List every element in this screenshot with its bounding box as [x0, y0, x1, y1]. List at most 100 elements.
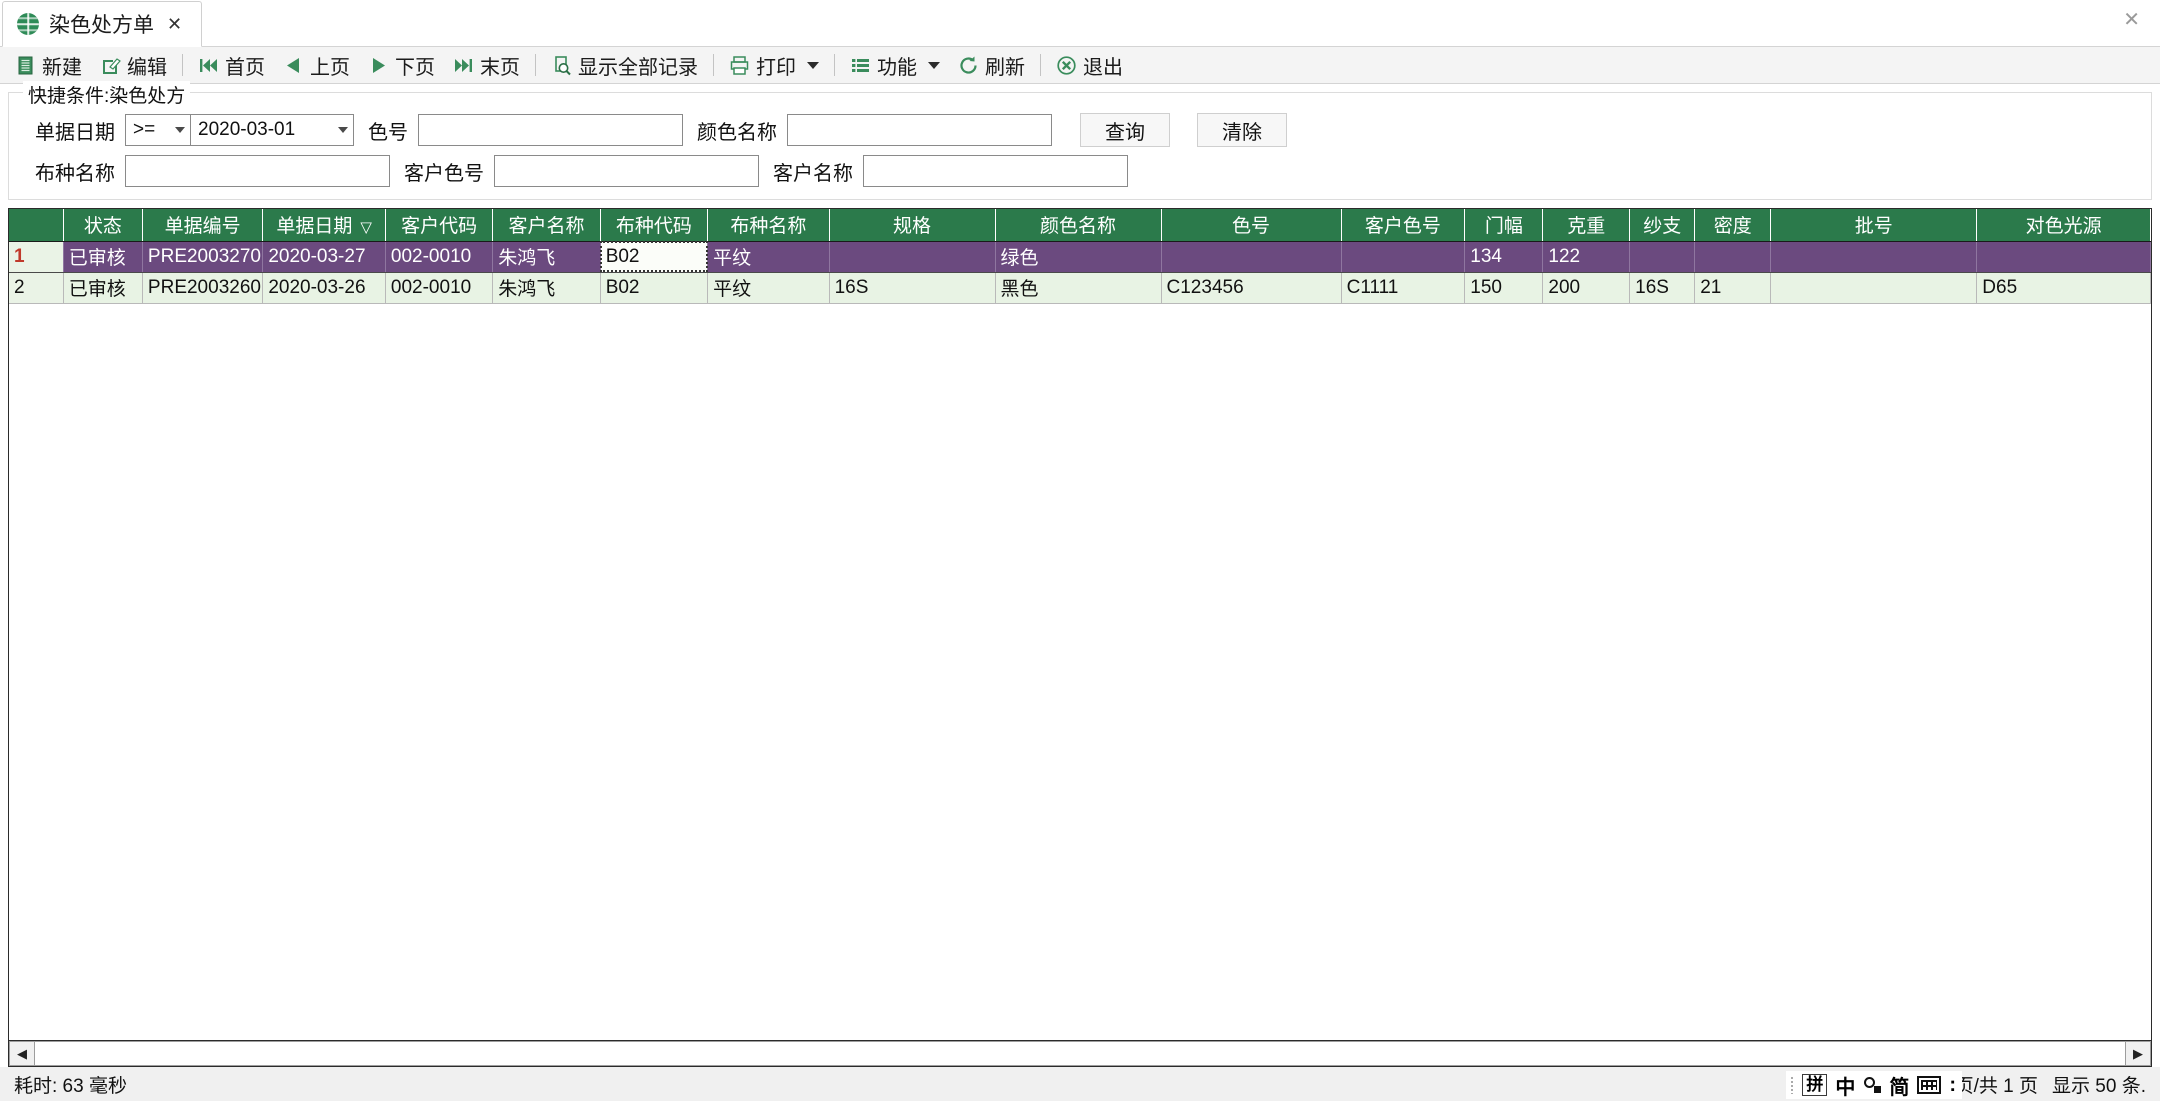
- tab-close-icon[interactable]: ✕: [164, 13, 185, 35]
- table-cell[interactable]: PRE20032701: [142, 241, 264, 273]
- grid-scroll-area[interactable]: 状态 单据编号 单据日期 ▽ 客户代码 客户名称 布种代码 布种名称 规格 颜色名称 色号 客户色号 门…: [9, 209, 2151, 1040]
- table-row[interactable]: 2 已审核 PRE20032601 2020-03-26 002-0010 朱鸿飞 B02 平…: [9, 272, 2151, 304]
- table-cell[interactable]: 朱鸿飞: [492, 272, 601, 304]
- tab-dye-prescription[interactable]: 染色处方单 ✕: [2, 1, 203, 47]
- column-header-10[interactable]: 客户色号: [1341, 209, 1466, 242]
- function-button[interactable]: 功能: [841, 48, 949, 83]
- clear-button[interactable]: 清除: [1197, 113, 1287, 147]
- next-page-button[interactable]: 下页: [359, 48, 444, 83]
- table-cell[interactable]: 002-0010: [385, 241, 494, 273]
- query-button[interactable]: 查询: [1080, 113, 1170, 147]
- table-cell[interactable]: 002-0010: [385, 272, 494, 304]
- table-cell[interactable]: [1976, 241, 2151, 273]
- table-cell[interactable]: 平纹: [707, 272, 830, 304]
- edit-button[interactable]: 编辑: [91, 48, 176, 83]
- table-cell[interactable]: 平纹: [707, 241, 830, 273]
- column-header-5[interactable]: 布种代码: [600, 209, 709, 242]
- ime-toolbar[interactable]: 拼 中 简 :: [1786, 1071, 1962, 1099]
- chevron-down-icon[interactable]: [928, 61, 940, 69]
- table-cell[interactable]: [1629, 241, 1696, 273]
- prev-page-button[interactable]: 上页: [274, 48, 359, 83]
- ime-pinyin-icon[interactable]: 拼: [1802, 1074, 1828, 1096]
- table-cell[interactable]: 黑色: [995, 272, 1162, 304]
- column-header-3[interactable]: 客户代码: [385, 209, 494, 242]
- table-cell[interactable]: 134: [1464, 241, 1544, 273]
- table-cell[interactable]: 已审核: [63, 241, 143, 273]
- column-header-8[interactable]: 颜色名称: [995, 209, 1162, 242]
- table-cell[interactable]: PRE20032601: [142, 272, 264, 304]
- table-cell[interactable]: [1770, 272, 1978, 304]
- edit-button-label: 编辑: [127, 56, 167, 79]
- table-cell[interactable]: [829, 241, 996, 273]
- table-cell[interactable]: 2020-03-27: [262, 241, 386, 273]
- column-header-4[interactable]: 客户名称: [492, 209, 601, 242]
- table-cell[interactable]: C123456: [1161, 272, 1342, 304]
- column-header-14[interactable]: 密度: [1694, 209, 1772, 242]
- table-cell[interactable]: [1694, 241, 1772, 273]
- table-header-row: 状态 单据编号 单据日期 ▽ 客户代码 客户名称 布种代码 布种名称 规格 颜色名称 色号 客户色号 门…: [9, 209, 2151, 242]
- new-button[interactable]: 新建: [6, 48, 91, 83]
- table-cell[interactable]: 150: [1464, 272, 1544, 304]
- table-row[interactable]: 1 已审核 PRE20032701 2020-03-27 002-0010 朱鸿飞 B02 平…: [9, 241, 2151, 273]
- table-cell[interactable]: [1161, 241, 1342, 273]
- horizontal-scrollbar[interactable]: ◀ ▶: [9, 1040, 2151, 1066]
- table-cell[interactable]: [1770, 241, 1978, 273]
- show-all-records-button[interactable]: 显示全部记录: [542, 48, 707, 83]
- window-close-icon[interactable]: ✕: [2117, 8, 2146, 32]
- column-header-12[interactable]: 克重: [1542, 209, 1631, 242]
- ime-simplified-toggle[interactable]: 简: [1889, 1071, 1909, 1100]
- exit-button[interactable]: 退出: [1047, 48, 1132, 83]
- first-page-button[interactable]: 首页: [189, 48, 274, 83]
- table-cell[interactable]: C1111: [1341, 272, 1466, 304]
- table-cell[interactable]: 朱鸿飞: [492, 241, 601, 273]
- row-number-cell[interactable]: 2: [9, 272, 64, 304]
- column-header-label: 批号: [1854, 216, 1893, 238]
- date-value-select[interactable]: 2020-03-01: [191, 114, 354, 146]
- scroll-right-button[interactable]: ▶: [2125, 1041, 2151, 1066]
- table-cell[interactable]: 21: [1694, 272, 1772, 304]
- color-name-input[interactable]: [787, 114, 1052, 146]
- cust-name-input[interactable]: [863, 155, 1128, 187]
- column-header-0[interactable]: 状态: [63, 209, 143, 242]
- table-cell[interactable]: 绿色: [995, 241, 1162, 273]
- table-cell[interactable]: B02: [600, 272, 709, 304]
- row-number-cell[interactable]: 1: [9, 241, 64, 273]
- table-cell[interactable]: 122: [1542, 241, 1631, 273]
- refresh-button[interactable]: 刷新: [949, 48, 1034, 83]
- print-button[interactable]: 打印: [720, 48, 828, 83]
- scroll-left-button[interactable]: ◀: [9, 1041, 35, 1066]
- table-cell[interactable]: D65: [1976, 272, 2151, 304]
- column-header-11[interactable]: 门幅: [1464, 209, 1544, 242]
- column-header-7[interactable]: 规格: [829, 209, 996, 242]
- table-cell[interactable]: 2020-03-26: [262, 272, 386, 304]
- first-page-icon: [200, 58, 217, 72]
- table-cell[interactable]: 200: [1542, 272, 1631, 304]
- ime-drag-handle[interactable]: [1790, 1076, 1795, 1094]
- sort-indicator-icon[interactable]: ▽: [360, 219, 372, 236]
- table-cell[interactable]: 已审核: [63, 272, 143, 304]
- color-no-input[interactable]: [418, 114, 683, 146]
- column-header-15[interactable]: 批号: [1770, 209, 1978, 242]
- ime-punctuation-icon[interactable]: [1863, 1076, 1882, 1094]
- ime-keyboard-icon[interactable]: [1917, 1076, 1942, 1094]
- cust-color-no-input[interactable]: [494, 155, 759, 187]
- column-header-2[interactable]: 单据日期 ▽: [262, 209, 386, 242]
- column-header-1[interactable]: 单据编号: [142, 209, 264, 242]
- fabric-name-input[interactable]: [125, 155, 390, 187]
- fabric-name-label: 布种名称: [35, 162, 115, 185]
- last-page-button[interactable]: 末页: [444, 48, 529, 83]
- column-header-16[interactable]: 对色光源: [1976, 209, 2151, 242]
- table-cell[interactable]: [1341, 241, 1466, 273]
- ime-colon-icon[interactable]: :: [1949, 1074, 1956, 1097]
- edit-pencil-icon: [103, 57, 121, 74]
- column-header-9[interactable]: 色号: [1161, 209, 1342, 242]
- column-header-6[interactable]: 布种名称: [707, 209, 830, 242]
- chevron-down-icon[interactable]: [807, 61, 819, 69]
- table-cell[interactable]: B02: [600, 241, 709, 273]
- ime-language-toggle[interactable]: 中: [1835, 1071, 1855, 1100]
- date-operator-select[interactable]: >=: [125, 114, 191, 146]
- table-cell[interactable]: 16S: [1629, 272, 1696, 304]
- column-header-13[interactable]: 纱支: [1629, 209, 1696, 242]
- table-cell[interactable]: 16S: [829, 272, 996, 304]
- scrollbar-track[interactable]: [35, 1041, 2125, 1066]
